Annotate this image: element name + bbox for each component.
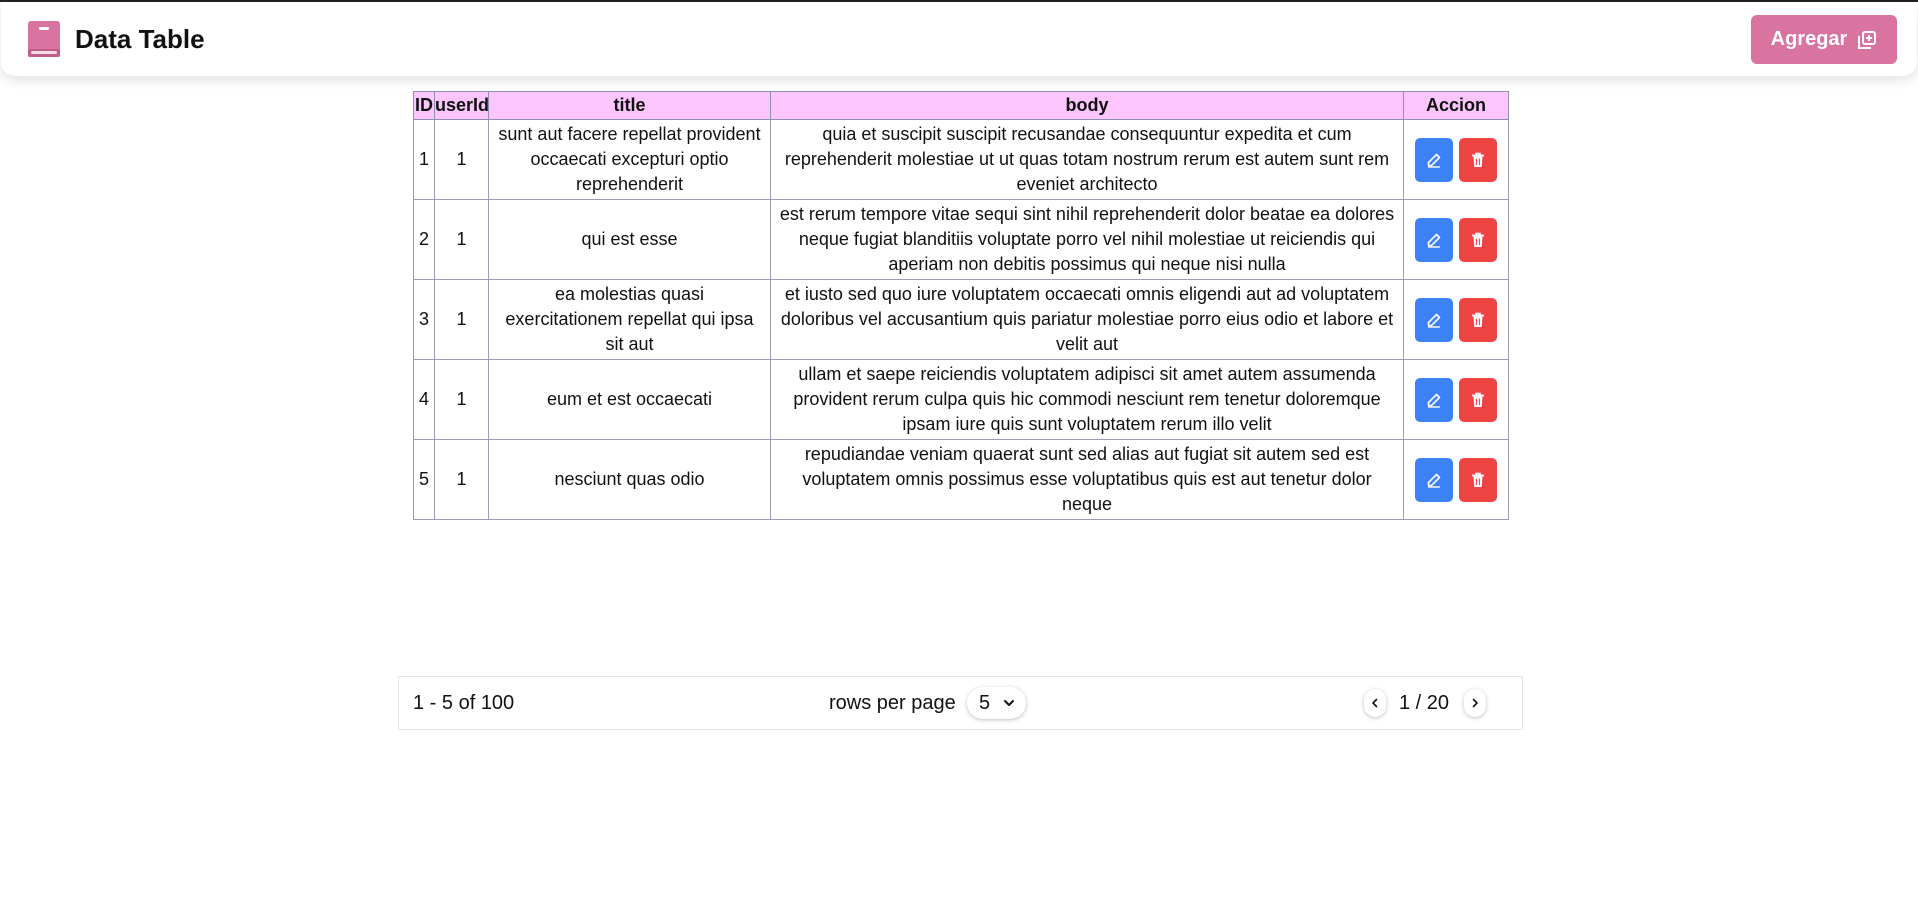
cell-id: 5 bbox=[413, 439, 435, 520]
edit-button[interactable] bbox=[1415, 297, 1453, 342]
cell-userid: 1 bbox=[434, 279, 489, 360]
rows-per-page-select[interactable]: 5 bbox=[967, 687, 1026, 719]
edit-button[interactable] bbox=[1415, 457, 1453, 502]
edit-button[interactable] bbox=[1415, 137, 1453, 182]
cell-id: 1 bbox=[413, 119, 435, 200]
page-indicator: 1 / 20 bbox=[1399, 692, 1450, 714]
add-button-label: Agregar bbox=[1770, 28, 1848, 50]
table-header-row: ID userId title body Accion bbox=[413, 91, 1509, 120]
trash-icon bbox=[1472, 392, 1484, 407]
cell-body: repudiandae veniam quaerat sunt sed alia… bbox=[770, 439, 1404, 520]
cell-title: sunt aut facere repellat provident occae… bbox=[488, 119, 771, 200]
column-header-body[interactable]: body bbox=[770, 91, 1404, 120]
chevron-down-icon bbox=[1004, 700, 1014, 706]
edit-button[interactable] bbox=[1415, 217, 1453, 262]
cell-userid: 1 bbox=[434, 439, 489, 520]
table-row: 3 1 ea molestias quasi exercitationem re… bbox=[413, 279, 1509, 360]
pencil-icon bbox=[1427, 313, 1441, 328]
pencil-icon bbox=[1427, 233, 1441, 248]
cell-body: et iusto sed quo iure voluptatem occaeca… bbox=[770, 279, 1404, 360]
column-header-title[interactable]: title bbox=[488, 91, 771, 120]
cell-title: nesciunt quas odio bbox=[488, 439, 771, 520]
cell-actions bbox=[1403, 279, 1509, 360]
cell-actions bbox=[1403, 439, 1509, 520]
rows-per-page-label: rows per page bbox=[829, 692, 956, 714]
edit-button[interactable] bbox=[1415, 377, 1453, 422]
trash-icon bbox=[1472, 472, 1484, 487]
pagination-bar: 1 - 5 of 100 rows per page 5 1 / 20 bbox=[398, 676, 1523, 730]
delete-button[interactable] bbox=[1459, 297, 1497, 342]
trash-icon bbox=[1472, 152, 1484, 167]
cell-userid: 1 bbox=[434, 199, 489, 280]
column-header-userid[interactable]: userId bbox=[434, 91, 489, 120]
add-button[interactable]: Agregar bbox=[1751, 15, 1897, 64]
book-icon bbox=[28, 21, 60, 57]
pencil-icon bbox=[1427, 393, 1441, 408]
data-table-container: ID userId title body Accion 1 1 sunt aut… bbox=[413, 91, 1509, 520]
rows-per-page-value: 5 bbox=[979, 691, 991, 714]
table-row: 1 1 sunt aut facere repellat provident o… bbox=[413, 119, 1509, 200]
pagination-range: 1 - 5 of 100 bbox=[413, 692, 515, 714]
add-copy-icon bbox=[1858, 30, 1877, 49]
cell-userid: 1 bbox=[434, 119, 489, 200]
cell-actions bbox=[1403, 359, 1509, 440]
column-header-accion: Accion bbox=[1403, 91, 1509, 120]
column-header-id[interactable]: ID bbox=[413, 91, 435, 120]
delete-button[interactable] bbox=[1459, 457, 1497, 502]
cell-title: ea molestias quasi exercitationem repell… bbox=[488, 279, 771, 360]
cell-body: est rerum tempore vitae sequi sint nihil… bbox=[770, 199, 1404, 280]
navbar: Data Table Agregar bbox=[1, 2, 1917, 76]
cell-id: 2 bbox=[413, 199, 435, 280]
cell-userid: 1 bbox=[434, 359, 489, 440]
delete-button[interactable] bbox=[1459, 137, 1497, 182]
cell-title: qui est esse bbox=[488, 199, 771, 280]
cell-actions bbox=[1403, 199, 1509, 280]
data-table: ID userId title body Accion 1 1 sunt aut… bbox=[413, 91, 1509, 520]
cell-actions bbox=[1403, 119, 1509, 200]
table-row: 5 1 nesciunt quas odio repudiandae venia… bbox=[413, 439, 1509, 520]
delete-button[interactable] bbox=[1459, 377, 1497, 422]
cell-id: 3 bbox=[413, 279, 435, 360]
pencil-icon bbox=[1427, 473, 1441, 488]
table-row: 4 1 eum et est occaecati ullam et saepe … bbox=[413, 359, 1509, 440]
cell-body: ullam et saepe reiciendis voluptatem adi… bbox=[770, 359, 1404, 440]
trash-icon bbox=[1472, 312, 1484, 327]
cell-title: eum et est occaecati bbox=[488, 359, 771, 440]
brand: Data Table bbox=[27, 20, 205, 58]
chevron-right-icon bbox=[1472, 698, 1478, 708]
pencil-icon bbox=[1427, 153, 1441, 168]
table-row: 2 1 qui est esse est rerum tempore vitae… bbox=[413, 199, 1509, 280]
cell-id: 4 bbox=[413, 359, 435, 440]
cell-body: quia et suscipit suscipit recusandae con… bbox=[770, 119, 1404, 200]
prev-page-button[interactable] bbox=[1364, 689, 1386, 717]
trash-icon bbox=[1472, 232, 1484, 247]
chevron-left-icon bbox=[1372, 698, 1378, 708]
next-page-button[interactable] bbox=[1464, 689, 1486, 717]
delete-button[interactable] bbox=[1459, 217, 1497, 262]
page-title: Data Table bbox=[75, 23, 205, 54]
